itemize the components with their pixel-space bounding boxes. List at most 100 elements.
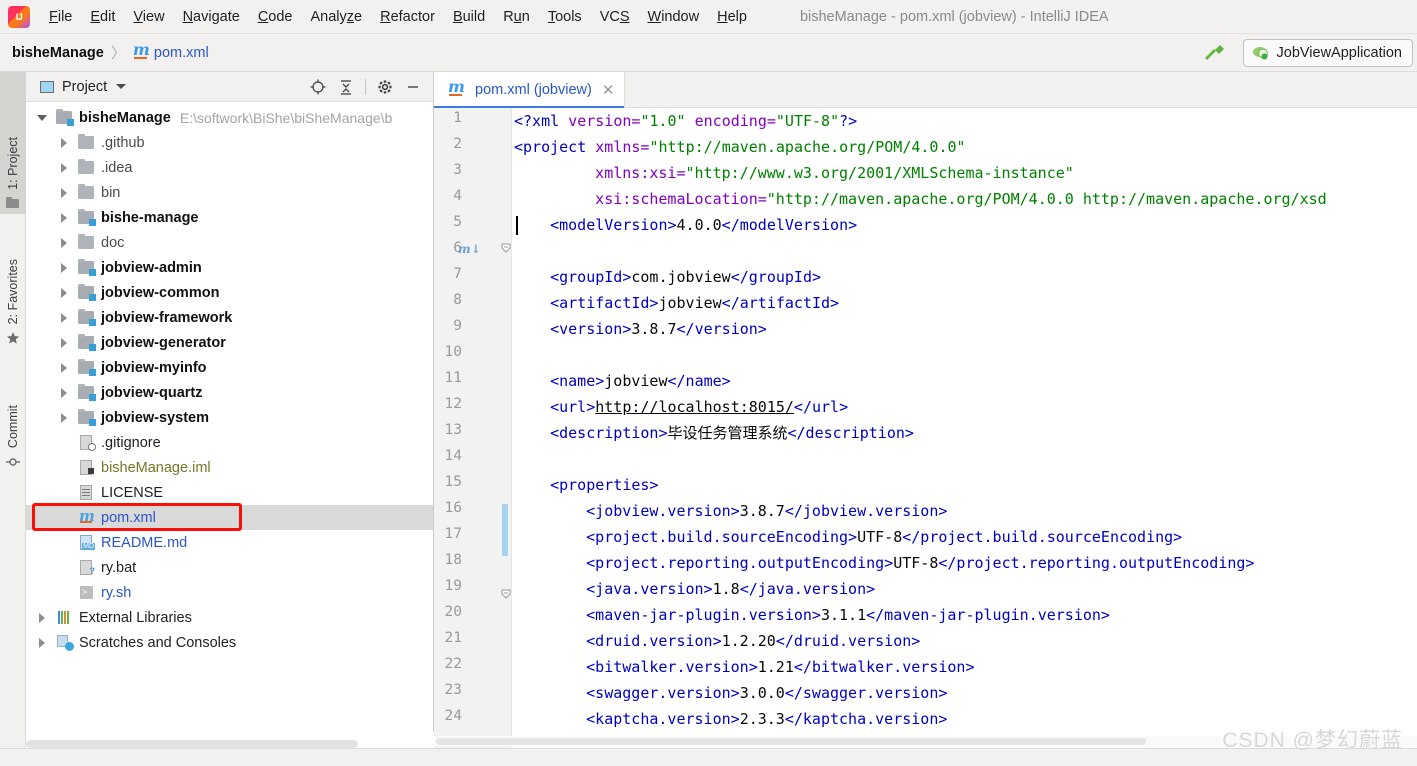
tree-node-jobview-common[interactable]: jobview-common (26, 280, 433, 305)
fold-arrow-line2[interactable] (500, 242, 511, 253)
tree-node-doc[interactable]: doc (26, 230, 433, 255)
tree-node-bin[interactable]: bin (26, 180, 433, 205)
code-line[interactable]: <project xmlns="http://maven.apache.org/… (514, 134, 966, 160)
menu-item-edit[interactable]: Edit (81, 7, 124, 27)
code-line[interactable]: <description>毕设任务管理系统</description> (550, 420, 914, 446)
tree-node-jobview-quartz[interactable]: jobview-quartz (26, 380, 433, 405)
code-line[interactable]: <url>http://localhost:8015/</url> (550, 394, 848, 420)
chevron-down-icon[interactable] (37, 113, 48, 123)
project-tree[interactable]: bisheManage E:\softwork\BiShe\biSheManage… (26, 102, 433, 732)
tree-node-.github[interactable]: .github (26, 130, 433, 155)
menu-item-refactor[interactable]: Refactor (371, 7, 444, 27)
chevron-right-icon[interactable] (60, 162, 70, 173)
tree-node-bishemanage[interactable]: bisheManage E:\softwork\BiShe\biSheManage… (26, 105, 433, 130)
chevron-right-icon[interactable] (38, 612, 48, 623)
tree-node-label: jobview-myinfo (101, 359, 207, 376)
source-code[interactable]: <?xml version="1.0" encoding="UTF-8"?> <p… (434, 108, 1417, 766)
code-line[interactable]: <maven-jar-plugin.version>3.1.1</maven-j… (586, 602, 1110, 628)
tree-node-jobview-framework[interactable]: jobview-framework (26, 305, 433, 330)
code-line[interactable]: <druid.version>1.2.20</druid.version> (586, 628, 920, 654)
breadcrumb-project[interactable]: bisheManage (12, 45, 104, 61)
code-line[interactable]: <project.build.sourceEncoding>UTF-8</pro… (586, 524, 1182, 550)
menu-item-run[interactable]: Run (494, 7, 539, 27)
code-line[interactable]: <jobview.version>3.8.7</jobview.version> (586, 498, 947, 524)
code-line[interactable]: <?xml version="1.0" encoding="UTF-8"?> (434, 108, 1417, 134)
tree-node-bishemanage.iml[interactable]: bisheManage.iml (26, 455, 433, 480)
breadcrumb-separator: 〉 (110, 45, 126, 62)
vcs-change-marker[interactable] (502, 504, 508, 556)
hammer-icon[interactable] (1201, 40, 1229, 66)
chevron-right-icon[interactable] (60, 237, 70, 248)
code-line[interactable]: <bitwalker.version>1.21</bitwalker.versi… (586, 654, 974, 680)
sidebar-item-favorites[interactable]: 2: Favorites (0, 218, 26, 350)
tree-node-.idea[interactable]: .idea (26, 155, 433, 180)
chevron-right-icon[interactable] (60, 212, 70, 223)
scrollbar-thumb[interactable] (26, 740, 358, 748)
menu-item-window[interactable]: Window (639, 7, 709, 27)
tree-node-readme.md[interactable]: MD README.md (26, 530, 433, 555)
chevron-right-icon[interactable] (60, 287, 70, 298)
tree-node-jobview-system[interactable]: jobview-system (26, 405, 433, 430)
run-configuration-selector[interactable]: JobViewApplication (1242, 38, 1413, 67)
code-line[interactable]: <kaptcha.version>2.3.3</kaptcha.version> (586, 706, 947, 732)
menu-item-code[interactable]: Code (249, 7, 302, 27)
tree-node-.gitignore[interactable]: .gitignore (26, 430, 433, 455)
tab-pom-xml[interactable]: pom.xml (jobview) ✕ (434, 72, 626, 108)
code-line[interactable]: <version>3.8.7</version> (550, 316, 767, 342)
code-line[interactable]: <groupId>com.jobview</groupId> (550, 264, 821, 290)
tree-node-jobview-myinfo[interactable]: jobview-myinfo (26, 355, 433, 380)
chevron-right-icon[interactable] (60, 412, 70, 423)
locate-icon[interactable] (305, 74, 331, 100)
tree-node-scratches-and-consoles[interactable]: Scratches and Consoles (26, 630, 433, 655)
code-line[interactable]: <modelVersion>4.0.0</modelVersion> (550, 212, 857, 238)
collapse-all-icon[interactable] (333, 74, 359, 100)
code-line[interactable]: <properties> (550, 472, 658, 498)
settings-gear-icon[interactable] (372, 74, 398, 100)
menu-item-file[interactable]: File (40, 7, 81, 27)
menu-item-analyze[interactable]: Analyze (302, 7, 372, 27)
breadcrumb-file[interactable]: pom.xml (154, 45, 209, 61)
chevron-right-icon[interactable] (60, 262, 70, 273)
chevron-right-icon[interactable] (60, 362, 70, 373)
code-line[interactable]: <artifactId>jobview</artifactId> (550, 290, 839, 316)
code-line[interactable]: xmlns:xsi="http://www.w3.org/2001/XMLSch… (595, 160, 1074, 186)
chevron-right-icon[interactable] (60, 312, 70, 323)
chevron-down-icon[interactable] (116, 84, 127, 89)
tree-node-jobview-admin[interactable]: jobview-admin (26, 255, 433, 280)
tree-node-license[interactable]: LICENSE (26, 480, 433, 505)
menu-item-navigate[interactable]: Navigate (174, 7, 249, 27)
menu-item-view[interactable]: View (124, 7, 173, 27)
maven-gutter-icon[interactable]: m↓ (458, 242, 481, 256)
sidebar-item-project[interactable]: 1: Project (0, 72, 26, 214)
code-line[interactable]: <java.version>1.8</java.version> (586, 576, 875, 602)
code-line[interactable]: <project.reporting.outputEncoding>UTF-8<… (586, 550, 1254, 576)
code-line[interactable]: <swagger.version>3.0.0</swagger.version> (586, 680, 947, 706)
tree-node-pom.xml[interactable]: m pom.xml (26, 505, 433, 530)
menu-item-vcs[interactable]: VCS (591, 7, 639, 27)
tree-node-label: jobview-framework (101, 309, 233, 326)
hide-panel-icon[interactable] (400, 74, 426, 100)
menu-item-help[interactable]: Help (708, 7, 756, 27)
scrollbar-thumb[interactable] (436, 738, 1146, 745)
tomcat-icon (1252, 44, 1270, 62)
chevron-right-icon[interactable] (60, 387, 70, 398)
tree-node-external-libraries[interactable]: External Libraries (26, 605, 433, 630)
code-line[interactable]: <name>jobview</name> (550, 368, 731, 394)
project-panel-horizontal-scrollbar[interactable] (26, 738, 434, 748)
close-icon[interactable]: ✕ (602, 81, 615, 99)
tree-node-ry.bat[interactable]: ? ry.bat (26, 555, 433, 580)
tree-node-bishe-manage[interactable]: bishe-manage (26, 205, 433, 230)
menu-item-tools[interactable]: Tools (539, 7, 591, 27)
chevron-right-icon[interactable] (60, 187, 70, 198)
tree-node-jobview-generator[interactable]: jobview-generator (26, 330, 433, 355)
chevron-right-icon[interactable] (60, 137, 70, 148)
menu-item-build[interactable]: Build (444, 7, 494, 27)
chevron-right-icon[interactable] (60, 337, 70, 348)
code-line[interactable]: xsi:schemaLocation="http://maven.apache.… (595, 186, 1327, 212)
tree-node-ry.sh[interactable]: > ry.sh (26, 580, 433, 605)
fold-arrow-line15[interactable] (500, 588, 511, 599)
sidebar-item-commit[interactable]: Commit (0, 354, 26, 474)
chevron-right-icon[interactable] (38, 637, 48, 648)
code-viewport[interactable]: 1 2 3 4 5 6 7 8 9 10 11 12 13 14 15 16 17 18 19 20 21 22 23 24 … (434, 108, 1417, 766)
